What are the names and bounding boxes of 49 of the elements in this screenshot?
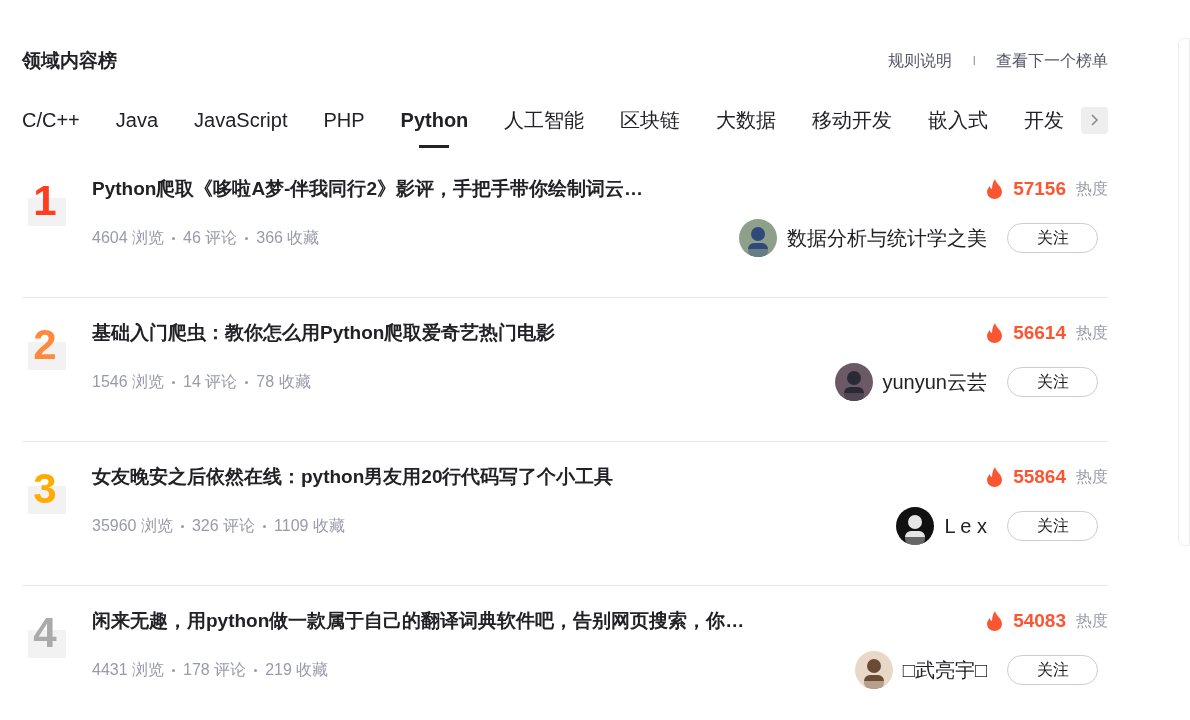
next-list-link[interactable]: 查看下一个榜单 bbox=[996, 49, 1108, 73]
chevron-right-icon bbox=[1090, 114, 1099, 126]
category-tab[interactable]: 开发 bbox=[1024, 92, 1065, 148]
article-title[interactable]: 女友晚安之后依然在线：python男友用20行代码写了个小工具 bbox=[92, 462, 614, 492]
author-name[interactable]: yunyun云芸 bbox=[882, 367, 987, 397]
section-title: 领域内容榜 bbox=[22, 48, 117, 73]
heat-label: 热度 bbox=[1076, 467, 1108, 487]
category-tab[interactable]: 嵌入式 bbox=[928, 92, 989, 148]
comment-count: 178 评论 bbox=[183, 660, 247, 680]
comment-count: 46 评论 bbox=[183, 228, 238, 248]
rules-link[interactable]: 规则说明 bbox=[888, 49, 953, 73]
article-title[interactable]: 基础入门爬虫：教你怎么用Python爬取爱奇艺热门电影 bbox=[92, 318, 556, 348]
author-name[interactable]: 数据分析与统计学之美 bbox=[787, 223, 987, 253]
flame-icon bbox=[986, 323, 1004, 343]
category-tab[interactable]: Python bbox=[400, 92, 469, 148]
category-tab[interactable]: 移动开发 bbox=[812, 92, 893, 148]
heat-label: 热度 bbox=[1076, 179, 1108, 199]
category-tab[interactable]: C/C++ bbox=[22, 92, 80, 148]
flame-icon bbox=[986, 611, 1004, 631]
author-name[interactable]: L e x bbox=[944, 511, 987, 541]
view-count: 1546 浏览 bbox=[92, 372, 165, 392]
comment-count: 14 评论 bbox=[183, 372, 238, 392]
author-name[interactable]: □武亮宇□ bbox=[902, 655, 987, 685]
category-tab[interactable]: Java bbox=[115, 92, 159, 148]
favorite-count: 1109 收藏 bbox=[274, 516, 345, 536]
heat-value: 55864 bbox=[1013, 464, 1066, 489]
category-tab[interactable]: 人工智能 bbox=[504, 92, 585, 148]
flame-icon bbox=[986, 467, 1004, 487]
favorite-count: 78 收藏 bbox=[256, 372, 311, 392]
separator: I bbox=[971, 52, 977, 71]
view-count: 4604 浏览 bbox=[92, 228, 165, 248]
category-tab[interactable]: PHP bbox=[323, 92, 365, 148]
heat-value: 57156 bbox=[1013, 176, 1066, 201]
category-tab[interactable]: 大数据 bbox=[716, 92, 777, 148]
view-count: 35960 浏览 bbox=[92, 516, 173, 536]
heat-value: 56614 bbox=[1013, 320, 1066, 345]
heat-label: 热度 bbox=[1076, 323, 1108, 343]
flame-icon bbox=[986, 179, 1004, 199]
heat-label: 热度 bbox=[1076, 611, 1108, 631]
article-title[interactable]: Python爬取《哆啦A梦-伴我同行2》影评，手把手带你绘制词云… bbox=[92, 174, 643, 204]
view-count: 4431 浏览 bbox=[92, 660, 165, 680]
article-title[interactable]: 闲来无趣，用python做一款属于自己的翻译词典软件吧，告别网页搜索，你… bbox=[92, 606, 745, 636]
heat-value: 54083 bbox=[1013, 608, 1066, 633]
comment-count: 326 评论 bbox=[191, 516, 256, 536]
favorite-count: 366 收藏 bbox=[256, 228, 320, 248]
scroll-right-button[interactable] bbox=[1081, 106, 1108, 134]
category-tab[interactable]: JavaScript bbox=[194, 92, 288, 148]
favorite-count: 219 收藏 bbox=[265, 660, 329, 680]
category-tab[interactable]: 区块链 bbox=[620, 92, 681, 148]
